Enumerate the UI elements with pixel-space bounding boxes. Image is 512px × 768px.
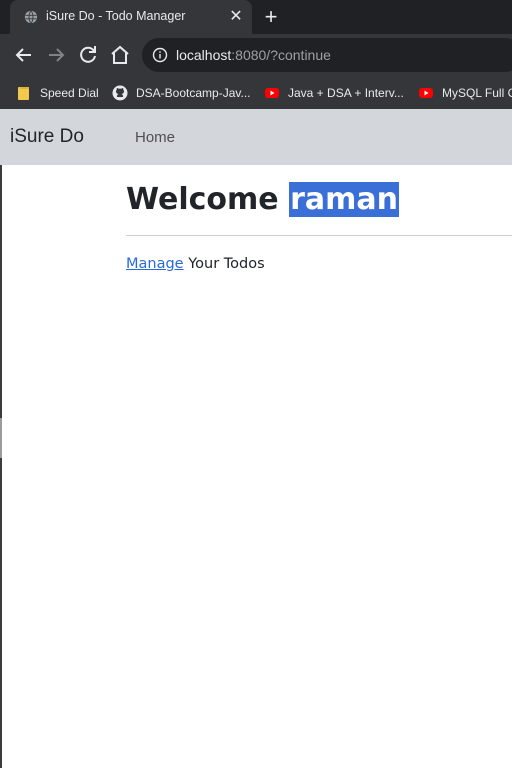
new-tab-button[interactable]: + [258,5,284,29]
welcome-prefix: Welcome [126,182,279,217]
divider [126,235,512,236]
address-url[interactable]: localhost:8080/?continue [176,47,331,63]
welcome-heading: Welcome raman [126,178,400,222]
youtube-icon [265,88,279,98]
nav-home-link[interactable]: Home [135,129,175,146]
globe-icon [24,10,38,24]
folder-icon [18,87,29,100]
window-edge-mark [0,418,2,458]
youtube-icon [419,88,433,98]
bookmark-label: DSA-Bootcamp-Jav... [136,86,251,100]
arrow-left-icon[interactable] [12,43,36,67]
github-icon [112,85,128,101]
tab-title: iSure Do - Todo Manager [46,9,186,23]
browser-toolbar: localhost:8080/?continue [0,34,512,76]
app-navbar: iSure Do Home [0,109,512,165]
close-icon[interactable]: ✕ [226,7,246,27]
bookmark-label: Speed Dial [40,86,99,100]
browser-tab[interactable]: iSure Do - Todo Manager ✕ [10,0,252,34]
url-host: localhost [176,47,232,63]
window-edge [0,165,2,768]
bookmark-label: Java + DSA + Interv... [288,86,404,100]
url-rest: :8080/?continue [231,47,331,63]
tab-strip: iSure Do - Todo Manager ✕ + [0,0,512,34]
browser-chrome: iSure Do - Todo Manager ✕ + localhost:80… [0,0,512,109]
bookmark-speed-dial[interactable]: Speed Dial [16,83,99,103]
reload-icon[interactable] [76,43,100,67]
bookmarks-bar: Speed Dial DSA-Bootcamp-Jav... Java + DS… [0,76,512,109]
bookmark-java-dsa[interactable]: Java + DSA + Interv... [264,83,404,103]
manage-suffix: Your Todos [188,256,265,272]
home-icon[interactable] [108,43,132,67]
username-highlight: raman [289,182,400,217]
info-icon[interactable] [152,47,168,63]
manage-link[interactable]: Manage [126,256,184,272]
brand-logo[interactable]: iSure Do [10,126,84,148]
bookmark-label: MySQL Full C [442,86,512,100]
bookmark-mysql[interactable]: MySQL Full C [418,83,512,103]
address-bar[interactable]: localhost:8080/?continue [142,38,512,72]
arrow-right-icon[interactable] [44,43,68,67]
manage-text: Manage Your Todos [126,256,265,272]
bookmark-dsa-bootcamp[interactable]: DSA-Bootcamp-Jav... [112,83,250,103]
